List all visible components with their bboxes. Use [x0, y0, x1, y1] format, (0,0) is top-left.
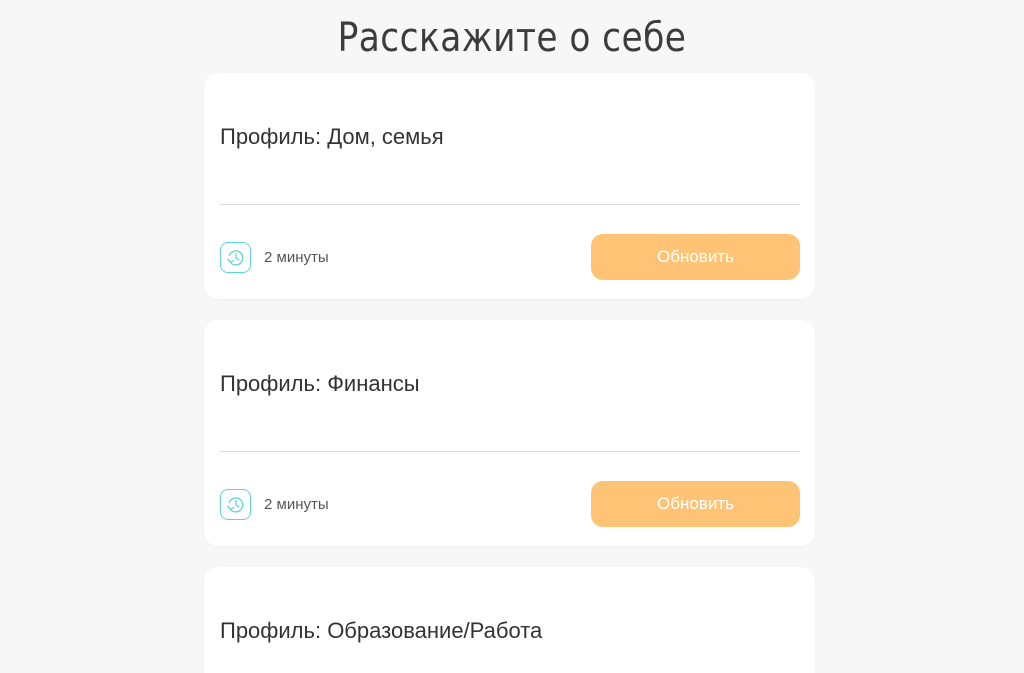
card-title: Профиль: Дом, семья [220, 124, 444, 149]
card-divider [219, 204, 800, 205]
survey-card-home-family: Профиль: Дом, семья 2 минуты Обновить [204, 73, 815, 299]
duration-info: 2 минуты [220, 240, 329, 274]
update-button[interactable]: Обновить [591, 481, 800, 527]
duration-info: 2 минуты [220, 487, 329, 521]
card-title: Профиль: Финансы [220, 371, 420, 396]
clock-history-icon [220, 241, 251, 273]
survey-card-finance: Профиль: Финансы 2 минуты Обновить [204, 320, 815, 546]
duration-text: 2 минуты [264, 495, 329, 513]
card-title: Профиль: Образование/Работа [220, 618, 543, 643]
page-title: Расскажите о себе [337, 15, 687, 61]
survey-card-education-work: Профиль: Образование/Работа [204, 567, 815, 673]
card-divider [219, 451, 800, 452]
duration-text: 2 минуты [264, 248, 329, 266]
clock-history-icon [220, 488, 251, 520]
update-button[interactable]: Обновить [591, 234, 800, 280]
